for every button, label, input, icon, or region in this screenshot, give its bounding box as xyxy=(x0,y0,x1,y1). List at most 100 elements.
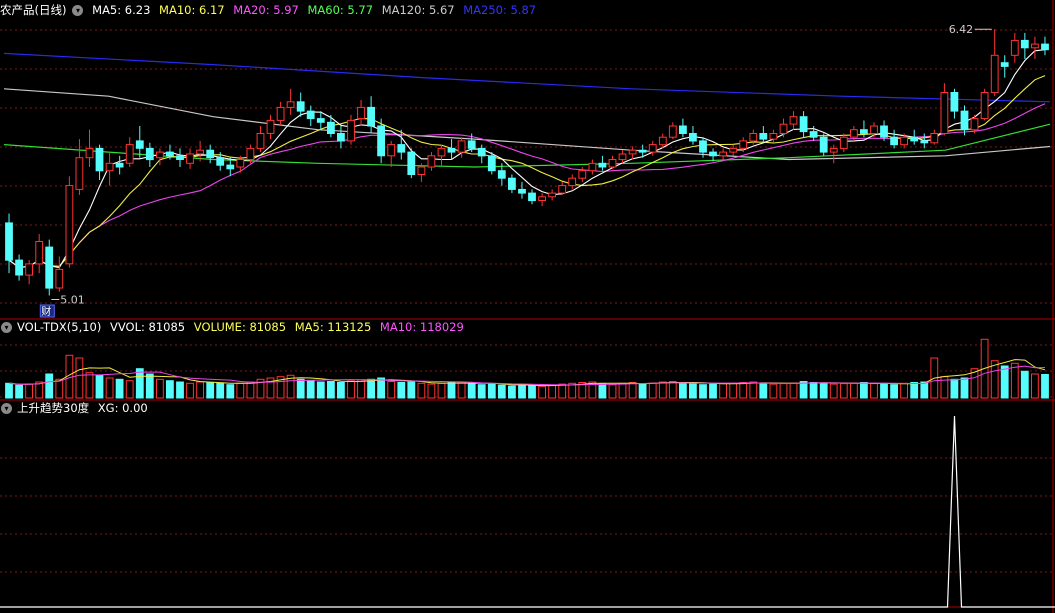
volume-bar xyxy=(1000,365,1009,399)
volume-bar xyxy=(719,383,728,399)
volume-bar xyxy=(206,382,215,399)
candle-body xyxy=(135,140,144,149)
volume-bar xyxy=(799,381,808,399)
volume-menu-icon[interactable]: ▾ xyxy=(1,322,12,333)
candle-body xyxy=(829,147,838,153)
volume-bar xyxy=(35,381,44,399)
candle-body xyxy=(658,136,667,146)
candle-body xyxy=(186,153,194,164)
volume-bar xyxy=(900,382,909,399)
candle-body xyxy=(578,170,587,179)
volume-bar xyxy=(377,377,386,399)
candle-body xyxy=(980,92,989,120)
volume-bar xyxy=(407,381,416,399)
candle-body xyxy=(467,140,476,149)
volume-bar xyxy=(226,384,235,399)
candle-body xyxy=(689,133,697,142)
ma60-line xyxy=(3,123,1051,168)
volume-bar xyxy=(518,384,526,399)
volume-bar xyxy=(497,384,506,399)
volume-bar xyxy=(538,385,547,399)
volume-bar xyxy=(548,384,557,399)
candle-body xyxy=(236,159,245,168)
xg-menu-icon[interactable]: ▾ xyxy=(1,403,12,414)
candle-body xyxy=(990,54,999,94)
candle-body xyxy=(739,140,748,149)
volume-bar xyxy=(749,381,758,399)
volume-bar xyxy=(367,378,376,399)
main-chart-menu-icon[interactable]: ▾ xyxy=(72,5,84,16)
candle-body xyxy=(477,147,486,157)
ma5-label: MA5: 6.23 xyxy=(92,3,151,17)
volume-bar xyxy=(477,384,486,399)
candle-body xyxy=(890,136,899,146)
volume-indicator-title: VOL-TDX(5,10) xyxy=(17,320,102,334)
candle-body xyxy=(940,92,949,134)
volume-ma10-line xyxy=(8,365,1046,386)
xg-header: ▾ 上升趋势30度 XG: 0.00 xyxy=(0,400,153,416)
candle-body xyxy=(296,101,305,112)
volume-bar xyxy=(75,357,84,399)
candle-body xyxy=(719,151,728,157)
volume-bar xyxy=(105,377,114,399)
candle-body xyxy=(930,133,939,144)
candle-body xyxy=(45,246,54,289)
volume-bar xyxy=(135,368,144,399)
volume-bar xyxy=(920,381,929,399)
candle-body xyxy=(55,268,64,289)
candle-body xyxy=(327,121,335,135)
candle-body xyxy=(950,92,959,112)
volume-bar xyxy=(125,380,134,399)
volume-bar xyxy=(839,383,848,399)
volume-bar xyxy=(427,383,436,399)
candle-body xyxy=(256,133,265,149)
candle-body xyxy=(407,151,416,176)
candle-body xyxy=(870,125,878,134)
volume-bar xyxy=(417,382,426,399)
volume-bar xyxy=(1031,373,1039,399)
candle-body xyxy=(799,116,808,133)
candle-body xyxy=(1041,43,1049,51)
volume-bar xyxy=(25,383,34,399)
volume-bar xyxy=(558,383,567,399)
candle-body xyxy=(65,185,74,265)
candle-body xyxy=(518,188,526,194)
candle-body xyxy=(427,155,436,168)
candle-body xyxy=(648,144,657,153)
volume-bar xyxy=(769,383,778,399)
main-chart-title: 农产品(日线) xyxy=(0,3,67,17)
candle-body xyxy=(1010,39,1019,56)
volume-bar xyxy=(166,380,174,399)
candle-body xyxy=(638,149,647,153)
candle-body xyxy=(377,125,386,157)
volume-header: ▾ VOL-TDX(5,10) VVOL: 81085 VOLUME: 81085… xyxy=(0,319,469,335)
ma20-label: MA20: 5.97 xyxy=(233,3,299,17)
high-price-label: 6.42 xyxy=(949,23,974,36)
ma120-line xyxy=(3,88,1051,161)
volume-bar xyxy=(850,382,858,399)
candle-body xyxy=(145,147,154,161)
volume-bar xyxy=(819,382,828,399)
volume-bar xyxy=(246,381,255,399)
volume-bar xyxy=(1041,374,1049,399)
volume-bar xyxy=(95,374,104,399)
candle-body xyxy=(266,119,275,134)
candle-body xyxy=(819,136,828,153)
volume-bar xyxy=(186,382,194,399)
candle-body xyxy=(216,157,225,166)
volume-bar xyxy=(608,384,617,399)
candle-body xyxy=(95,147,104,172)
candle-body xyxy=(729,147,738,153)
candle-body xyxy=(809,131,818,138)
volume-bar xyxy=(679,382,687,399)
volume-bar xyxy=(236,382,245,399)
financial-report-marker-label: 财 xyxy=(41,305,51,318)
volume-bar xyxy=(528,385,536,399)
candle-body xyxy=(538,196,547,202)
candle-body xyxy=(769,133,778,140)
candle-body xyxy=(166,151,174,157)
volume-bar xyxy=(759,382,768,399)
volume-bar xyxy=(789,382,798,399)
candle-body xyxy=(789,116,798,125)
candle-body xyxy=(588,162,597,172)
